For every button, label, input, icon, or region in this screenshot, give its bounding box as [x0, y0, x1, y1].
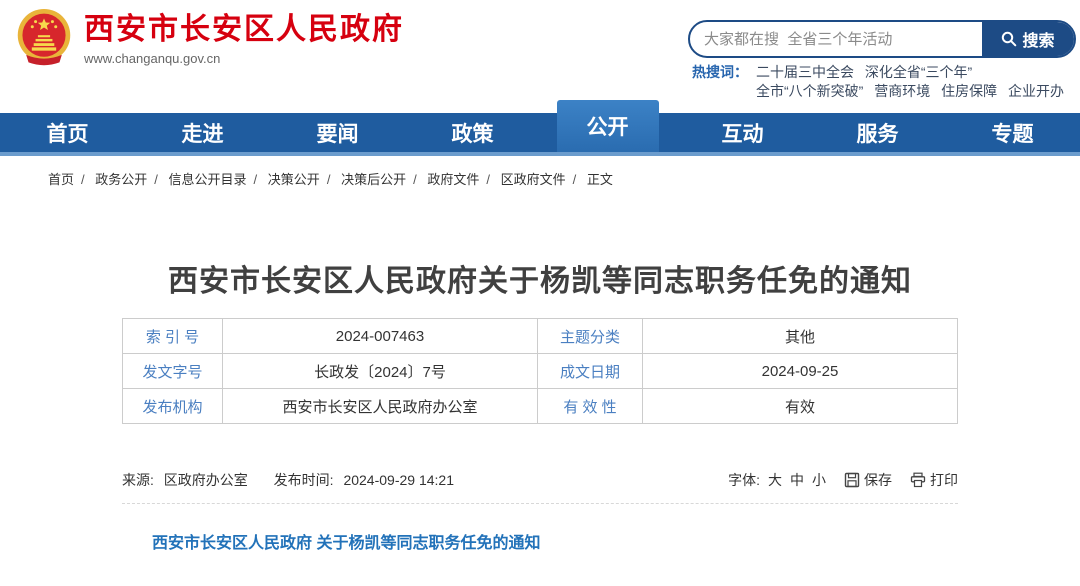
info-value-document-number: 长政发〔2024〕7号	[223, 354, 538, 389]
font-size-small-button[interactable]: 小	[812, 470, 826, 490]
hot-search-term[interactable]: 深化全省“三个年”	[865, 64, 972, 80]
nav-item-label: 服务	[851, 118, 905, 148]
document-info-table: 索 引 号 2024-007463 主题分类 其他 发文字号 长政发〔2024〕…	[122, 318, 958, 424]
hot-search-line-1: 二十届三中全会 深化全省“三个年”	[756, 63, 1071, 82]
info-label-issue-date: 成文日期	[538, 354, 643, 389]
breadcrumb-item[interactable]: 政务公开	[95, 172, 147, 187]
hot-search-term[interactable]: 企业开办	[1008, 83, 1064, 99]
info-value-validity: 有效	[643, 389, 958, 424]
publish-time-label: 发布时间:	[274, 472, 334, 488]
nav-item-services[interactable]: 服务	[810, 113, 945, 152]
nav-item-label: 政策	[446, 118, 500, 148]
page: 西安市长安区人民政府 www.changanqu.gov.cn 搜索 热搜词： …	[0, 0, 1080, 586]
breadcrumb-current: 正文	[587, 172, 613, 187]
info-label-issuing-agency: 发布机构	[123, 389, 223, 424]
publish-time-value: 2024-09-29 14:21	[343, 472, 454, 488]
search-icon	[1001, 31, 1017, 47]
search-button-label: 搜索	[1022, 27, 1054, 51]
hot-search-line-2: 全市“八个新突破” 营商环境 住房保障 企业开办	[756, 82, 1071, 101]
info-value-index-number: 2024-007463	[223, 319, 538, 354]
nav-item-topics[interactable]: 专题	[945, 113, 1080, 152]
nav-item-label: 首页	[41, 118, 95, 148]
hot-search-terms: 二十届三中全会 深化全省“三个年” 全市“八个新突破” 营商环境 住房保障 企业…	[756, 63, 1071, 101]
article-attachment-link[interactable]: 西安市长安区人民政府 关于杨凯等同志职务任免的通知	[152, 529, 540, 553]
nav-item-open-gov[interactable]: 公开	[540, 113, 675, 152]
nav-item-label: 公开	[557, 100, 659, 152]
nav-item-home[interactable]: 首页	[0, 113, 135, 152]
print-button-label: 打印	[930, 470, 958, 490]
source-value: 区政府办公室	[164, 472, 248, 488]
font-size-large-button[interactable]: 大	[768, 470, 782, 490]
nav-item-label: 走进	[176, 118, 230, 148]
article-meta: 来源: 区政府办公室 发布时间: 2024-09-29 14:21 字体: 大 …	[122, 470, 958, 490]
print-icon	[910, 472, 926, 488]
hot-search: 热搜词： 二十届三中全会 深化全省“三个年” 全市“八个新突破” 营商环境 住房…	[692, 63, 1071, 101]
info-label-document-number: 发文字号	[123, 354, 223, 389]
table-row: 发布机构 西安市长安区人民政府办公室 有 效 性 有效	[123, 389, 958, 424]
breadcrumb: 首页 / 政务公开 / 信息公开目录 / 决策公开 / 决策后公开 / 政府文件 / 区政府…	[48, 169, 613, 188]
site-title: 西安市长安区人民政府	[84, 13, 404, 47]
nav-item-about[interactable]: 走进	[135, 113, 270, 152]
nav-item-label: 互动	[716, 118, 770, 148]
breadcrumb-separator: /	[573, 172, 577, 187]
article-meta-left: 来源: 区政府办公室 发布时间: 2024-09-29 14:21	[122, 470, 460, 490]
nav-item-label: 要闻	[311, 118, 365, 148]
breadcrumb-separator: /	[254, 172, 258, 187]
info-label-index-number: 索 引 号	[123, 319, 223, 354]
save-button-label: 保存	[864, 470, 892, 490]
nav-item-policy[interactable]: 政策	[405, 113, 540, 152]
breadcrumb-item[interactable]: 决策后公开	[341, 172, 406, 187]
breadcrumb-item[interactable]: 首页	[48, 172, 74, 187]
hot-search-term[interactable]: 全市“八个新突破”	[756, 83, 863, 99]
hot-search-term[interactable]: 营商环境	[874, 83, 930, 99]
search-bar: 搜索	[688, 20, 1076, 58]
national-emblem-logo	[14, 7, 74, 69]
breadcrumb-separator: /	[154, 172, 158, 187]
site-header: 西安市长安区人民政府 www.changanqu.gov.cn 搜索 热搜词： …	[0, 0, 1080, 113]
info-label-topic-category: 主题分类	[538, 319, 643, 354]
save-button[interactable]: 保存	[844, 470, 892, 490]
breadcrumb-separator: /	[327, 172, 331, 187]
nav-item-label: 专题	[986, 118, 1040, 148]
search-button[interactable]: 搜索	[982, 22, 1074, 56]
nav-item-news[interactable]: 要闻	[270, 113, 405, 152]
breadcrumb-separator: /	[81, 172, 85, 187]
site-identity: 西安市长安区人民政府 www.changanqu.gov.cn	[84, 13, 404, 66]
info-label-validity: 有 效 性	[538, 389, 643, 424]
info-value-topic-category: 其他	[643, 319, 958, 354]
dashed-divider	[122, 503, 958, 504]
nav-item-interaction[interactable]: 互动	[675, 113, 810, 152]
breadcrumb-item[interactable]: 政府文件	[427, 172, 479, 187]
breadcrumb-item[interactable]: 信息公开目录	[169, 172, 247, 187]
save-icon	[844, 472, 860, 488]
info-value-issuing-agency: 西安市长安区人民政府办公室	[223, 389, 538, 424]
breadcrumb-separator: /	[413, 172, 417, 187]
site-url: www.changanqu.gov.cn	[84, 51, 404, 66]
font-size-label: 字体:	[728, 470, 760, 490]
hot-search-term[interactable]: 二十届三中全会	[756, 64, 854, 80]
source-label: 来源:	[122, 472, 154, 488]
hot-search-term[interactable]: 住房保障	[941, 83, 997, 99]
info-value-issue-date: 2024-09-25	[643, 354, 958, 389]
page-title: 西安市长安区人民政府关于杨凯等同志职务任免的通知	[0, 256, 1080, 300]
hot-search-label: 热搜词：	[692, 63, 748, 101]
nav-bottom-strip	[0, 152, 1080, 156]
breadcrumb-item[interactable]: 区政府文件	[501, 172, 566, 187]
main-nav: 首页 走进 要闻 政策 公开 互动 服务 专题	[0, 113, 1080, 152]
font-size-medium-button[interactable]: 中	[790, 470, 804, 490]
table-row: 索 引 号 2024-007463 主题分类 其他	[123, 319, 958, 354]
article-meta-tools: 字体: 大 中 小 保存 打印	[728, 470, 958, 490]
breadcrumb-item[interactable]: 决策公开	[268, 172, 320, 187]
print-button[interactable]: 打印	[910, 470, 958, 490]
search-input[interactable]	[690, 22, 982, 56]
table-row: 发文字号 长政发〔2024〕7号 成文日期 2024-09-25	[123, 354, 958, 389]
breadcrumb-separator: /	[486, 172, 490, 187]
